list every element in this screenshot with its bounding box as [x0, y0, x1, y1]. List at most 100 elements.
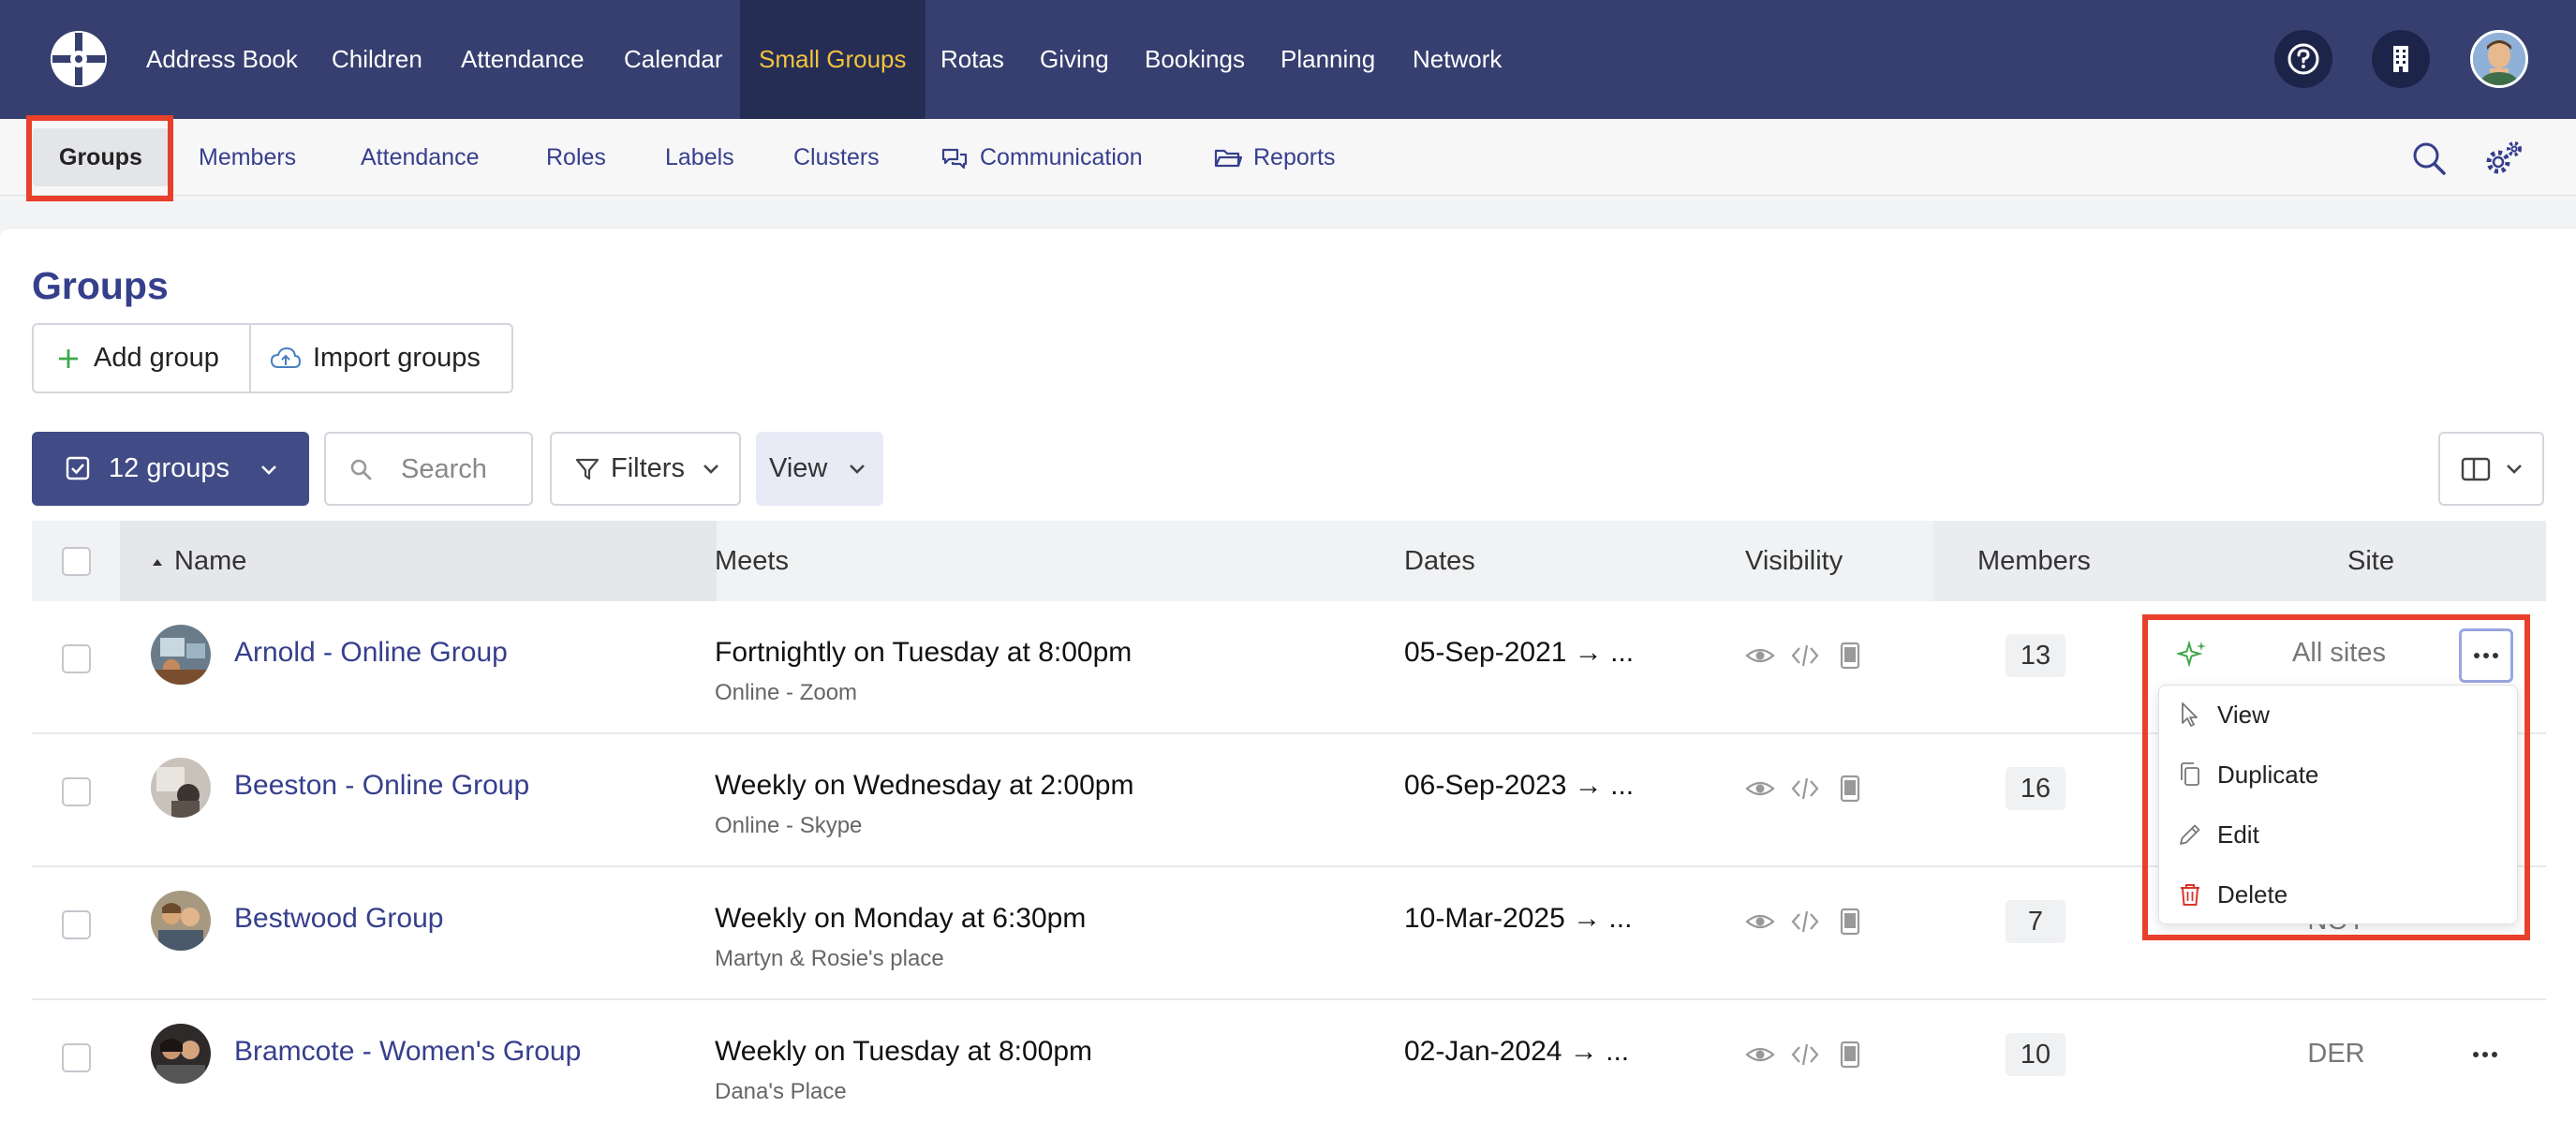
nav-network[interactable]: Network [1413, 0, 1502, 119]
search-icon [350, 459, 372, 480]
group-place: Online - Zoom [715, 680, 858, 705]
eye-icon [1744, 1039, 1776, 1075]
filter-funnel-icon [575, 458, 600, 480]
members-count-badge: 16 [2006, 767, 2065, 810]
tab-labels[interactable]: Labels [665, 119, 734, 196]
tab-reports[interactable]: Reports [1214, 119, 1336, 196]
highlight-box-row-actions [2142, 614, 2530, 940]
gears-icon [2486, 141, 2522, 174]
filters-label: Filters [611, 453, 685, 483]
group-avatar [151, 891, 211, 951]
members-count-badge: 13 [2006, 634, 2065, 677]
tablet-icon [1834, 1039, 1866, 1075]
row-more-actions-button[interactable] [2461, 1030, 2509, 1079]
help-button[interactable] [2274, 30, 2332, 88]
tab-clusters[interactable]: Clusters [793, 119, 880, 196]
table-row[interactable]: Bramcote - Women's Group Weekly on Tuesd… [32, 1000, 2546, 1137]
code-icon [1789, 773, 1821, 809]
groups-count-label: 12 groups [109, 453, 229, 483]
search-input[interactable] [401, 452, 523, 486]
group-meets: Weekly on Monday at 6:30pm [715, 903, 1087, 934]
column-header-meets[interactable]: Meets [715, 521, 789, 601]
button-divider [249, 325, 251, 391]
organisation-button[interactable] [2372, 30, 2430, 88]
more-horizontal-icon [2473, 1052, 2497, 1057]
column-header-name[interactable]: Name [150, 521, 246, 601]
chevron-down-icon [2507, 465, 2522, 474]
code-icon [1789, 640, 1821, 676]
import-groups-button[interactable]: Import groups [270, 325, 481, 391]
nav-calendar[interactable]: Calendar [624, 0, 723, 119]
nav-children[interactable]: Children [332, 0, 422, 119]
settings-button[interactable] [2481, 138, 2524, 181]
group-meets: Weekly on Tuesday at 8:00pm [715, 1036, 1093, 1067]
group-place: Online - Skype [715, 813, 863, 838]
group-dates: 05-Sep-2021 → ... [1404, 637, 1635, 668]
view-dropdown[interactable]: View [756, 432, 883, 506]
row-checkbox[interactable] [62, 910, 91, 939]
column-header-site[interactable]: Site [2315, 521, 2427, 601]
column-header-name-label: Name [174, 546, 247, 576]
row-site: DER [2307, 1039, 2365, 1069]
column-layout-button[interactable] [2438, 432, 2544, 506]
columns-layout-icon [2461, 457, 2491, 481]
code-icon [1789, 906, 1821, 942]
tab-members[interactable]: Members [199, 119, 296, 196]
chevron-down-icon [261, 465, 276, 475]
select-groups-dropdown[interactable]: 12 groups [32, 432, 309, 506]
eye-icon [1744, 640, 1776, 676]
tab-attendance[interactable]: Attendance [361, 119, 480, 196]
search-button[interactable] [2408, 138, 2450, 179]
group-name-link[interactable]: Bestwood Group [234, 903, 443, 935]
nav-attendance[interactable]: Attendance [461, 0, 585, 119]
plus-icon [59, 349, 78, 369]
group-place: Martyn & Rosie's place [715, 946, 944, 971]
column-header-dates[interactable]: Dates [1404, 521, 1475, 601]
tablet-icon [1834, 773, 1866, 809]
group-avatar [151, 758, 211, 818]
group-dates: 06-Sep-2023 → ... [1404, 770, 1635, 801]
add-group-button[interactable]: Add group [56, 325, 219, 391]
tab-roles[interactable]: Roles [546, 119, 606, 196]
group-meets: Fortnightly on Tuesday at 8:00pm [715, 637, 1133, 668]
chevron-down-icon [850, 465, 865, 474]
row-checkbox[interactable] [62, 777, 91, 806]
group-place: Dana's Place [715, 1079, 847, 1104]
row-checkbox[interactable] [62, 1043, 91, 1072]
import-groups-label: Import groups [313, 343, 481, 373]
select-all-checkbox[interactable] [62, 547, 91, 576]
search-field[interactable] [324, 432, 533, 506]
group-name-link[interactable]: Arnold - Online Group [234, 637, 508, 669]
members-count-badge: 7 [2006, 900, 2065, 943]
column-header-members[interactable]: Members [1977, 521, 2091, 601]
group-meets: Weekly on Wednesday at 2:00pm [715, 770, 1134, 801]
nav-giving[interactable]: Giving [1040, 0, 1109, 119]
group-dates: 02-Jan-2024 → ... [1404, 1036, 1630, 1067]
nav-rotas[interactable]: Rotas [940, 0, 1004, 119]
nav-small-groups[interactable]: Small Groups [740, 0, 925, 119]
group-name-link[interactable]: Beeston - Online Group [234, 770, 529, 802]
checkbox-checked-icon [66, 456, 90, 480]
nav-address-book[interactable]: Address Book [146, 0, 298, 119]
tab-communication[interactable]: Communication [940, 119, 1143, 196]
app-logo-icon[interactable] [48, 28, 110, 90]
building-icon [2393, 46, 2408, 72]
folder-icon [1214, 150, 1242, 168]
chat-bubbles-icon [941, 149, 968, 170]
nav-bookings[interactable]: Bookings [1145, 0, 1245, 119]
page-title: Groups [32, 264, 169, 307]
code-icon [1789, 1039, 1821, 1075]
tablet-icon [1834, 906, 1866, 942]
group-name-link[interactable]: Bramcote - Women's Group [234, 1036, 581, 1068]
chevron-down-icon [703, 465, 718, 474]
column-header-visibility[interactable]: Visibility [1745, 521, 1843, 601]
row-checkbox[interactable] [62, 644, 91, 673]
group-avatar [151, 625, 211, 685]
highlight-box-groups-tab [26, 115, 173, 201]
top-navigation-bar: Address Book Children Attendance Calenda… [0, 0, 2576, 119]
user-avatar[interactable] [2470, 30, 2528, 88]
nav-planning[interactable]: Planning [1281, 0, 1375, 119]
filters-dropdown[interactable]: Filters [550, 432, 741, 506]
members-count-badge: 10 [2006, 1033, 2065, 1076]
table-header: Name Meets Dates Visibility Members Site [32, 521, 2546, 601]
